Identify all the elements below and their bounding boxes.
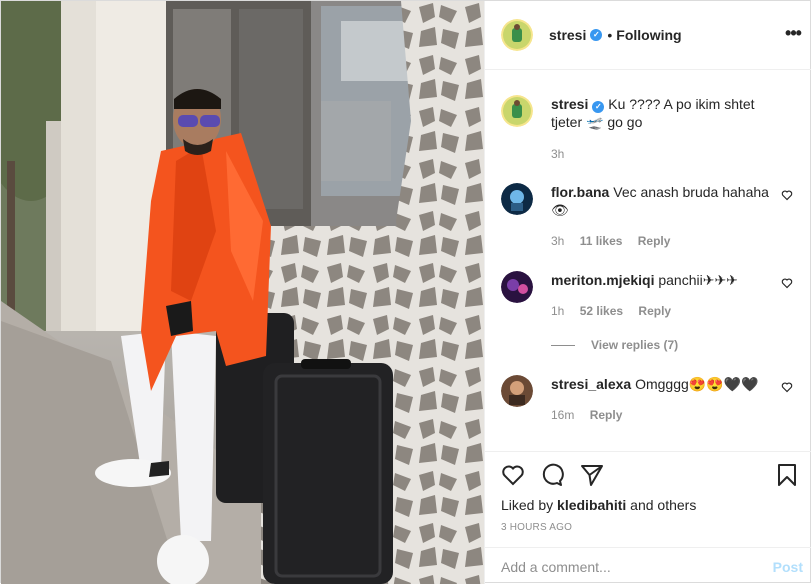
comment-composer: Post (485, 547, 811, 584)
liked-by-suffix[interactable]: and others (630, 497, 696, 513)
comment-time[interactable]: 3h (551, 234, 564, 248)
add-comment-input[interactable] (501, 559, 751, 575)
comment-meta: 1h 52 likes Reply (551, 304, 683, 318)
heart-icon[interactable] (781, 189, 793, 201)
liked-by-prefix: Liked by (501, 497, 554, 513)
liked-by-user[interactable]: kledibahiti (557, 497, 626, 513)
caption-avatar[interactable] (501, 95, 533, 127)
comment-username[interactable]: stresi_alexa (551, 376, 631, 392)
caption-username[interactable]: stresi (551, 96, 588, 112)
commenter-avatar-image (501, 183, 533, 215)
comments-list: stresi ✓ Ku ???? A po ikim shtet tjeter 🛫… (485, 71, 811, 451)
heart-icon[interactable] (781, 381, 793, 393)
view-replies-button[interactable]: View replies (7) (551, 338, 678, 352)
comment-text-block: meriton.mjekiqi panchii✈✈✈ (551, 271, 783, 289)
photo-illustration (1, 1, 484, 584)
heart-icon[interactable] (781, 277, 793, 289)
comment-text-block: stresi_alexa Omgggg😍😍🖤🖤 (551, 375, 783, 393)
post-photo[interactable] (1, 1, 484, 584)
caption-avatar-image (501, 95, 533, 127)
more-options-icon[interactable]: ••• (781, 23, 805, 47)
comment-meta: 16m Reply (551, 408, 634, 422)
commenter-avatar-image (501, 271, 533, 303)
post-header: stresi ✓ • Following ••• (485, 1, 811, 70)
comment-likes[interactable]: 52 likes (580, 304, 623, 318)
comment-text: panchii✈✈✈ (658, 272, 738, 288)
reply-button[interactable]: Reply (638, 234, 671, 248)
replies-divider (551, 344, 575, 346)
bookmark-icon[interactable] (775, 463, 799, 487)
verified-icon: ✓ (592, 101, 605, 113)
commenter-avatar[interactable] (501, 375, 533, 407)
reply-button[interactable]: Reply (590, 408, 623, 422)
commenter-avatar[interactable] (501, 271, 533, 303)
comment-meta: 3h 11 likes Reply (551, 234, 682, 248)
comment-text-block: flor.bana Vec anash bruda hahaha 👁 (551, 183, 783, 219)
comment-time[interactable]: 1h (551, 304, 564, 318)
separator-dot: • (607, 27, 613, 43)
commenter-avatar-image (501, 375, 533, 407)
comment-likes[interactable]: 11 likes (580, 234, 623, 248)
comment-icon[interactable] (540, 463, 564, 487)
share-icon[interactable] (580, 463, 604, 487)
comment-text: Omgggg😍😍🖤🖤 (635, 376, 759, 392)
author-username[interactable]: stresi (549, 27, 586, 43)
post-timestamp[interactable]: 3 HOURS AGO (501, 522, 572, 533)
comment-item: meriton.mjekiqi panchii✈✈✈ 1h 52 likes R… (501, 271, 801, 331)
comment-item: stresi_alexa Omgggg😍😍🖤🖤 16m Reply (501, 375, 801, 435)
author-avatar-image (501, 19, 533, 51)
post-side-panel: stresi ✓ • Following ••• stresi ✓ Ku ???… (484, 1, 811, 584)
comment-username[interactable]: flor.bana (551, 184, 609, 200)
comment-item: flor.bana Vec anash bruda hahaha 👁 3h 11… (501, 183, 801, 253)
author-avatar[interactable] (501, 19, 533, 51)
commenter-avatar[interactable] (501, 183, 533, 215)
comment-username[interactable]: meriton.mjekiqi (551, 272, 654, 288)
comment-time[interactable]: 16m (551, 408, 574, 422)
heart-icon[interactable] (501, 463, 525, 487)
caption: stresi ✓ Ku ???? A po ikim shtet tjeter 🛫… (501, 95, 801, 165)
verified-icon: ✓ (590, 29, 603, 41)
reply-button[interactable]: Reply (638, 304, 671, 318)
caption-time[interactable]: 3h (551, 147, 564, 161)
caption-meta: 3h (551, 147, 576, 161)
liked-by-line: Liked by kledibahiti and others (501, 497, 696, 513)
following-button[interactable]: Following (616, 27, 681, 43)
post-comment-button[interactable]: Post (773, 559, 803, 575)
view-replies-label: View replies (7) (591, 338, 679, 352)
caption-text-block: stresi ✓ Ku ???? A po ikim shtet tjeter 🛫… (551, 95, 783, 131)
post-dialog: stresi ✓ • Following ••• stresi ✓ Ku ???… (0, 0, 811, 584)
action-bar (485, 451, 811, 491)
